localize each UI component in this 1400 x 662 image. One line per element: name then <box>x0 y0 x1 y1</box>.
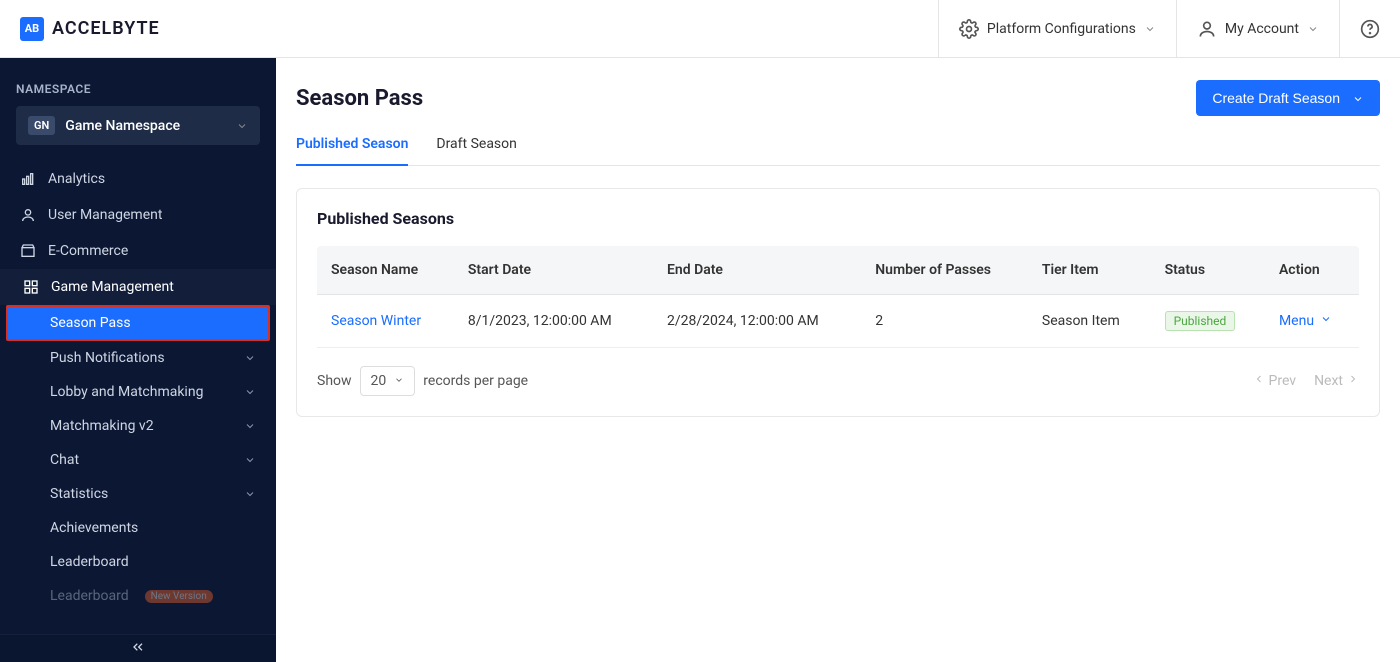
sidebar-collapse-button[interactable] <box>0 634 276 662</box>
chevron-down-icon <box>394 373 404 389</box>
chevron-down-icon <box>1352 92 1364 104</box>
sidebar-item-ecommerce[interactable]: E-Commerce <box>0 233 276 269</box>
sidebar-sub-matchmaking-v2[interactable]: Matchmaking v2 <box>0 409 276 443</box>
help-button[interactable] <box>1339 0 1380 57</box>
sidebar-sub-label: Leaderboard <box>50 588 129 604</box>
tabs: Published Season Draft Season <box>296 130 1380 166</box>
chevron-down-icon <box>236 120 248 132</box>
chevron-down-icon <box>244 420 256 432</box>
namespace-selector[interactable]: GN Game Namespace <box>16 106 260 145</box>
cell-start-date: 8/1/2023, 12:00:00 AM <box>454 295 653 348</box>
sidebar-sub-label: Push Notifications <box>50 350 165 366</box>
user-icon <box>1197 19 1217 39</box>
sidebar-sub-leaderboard-new[interactable]: Leaderboard New Version <box>0 579 276 613</box>
sidebar-sub-leaderboard[interactable]: Leaderboard <box>0 545 276 579</box>
cell-end-date: 2/28/2024, 12:00:00 AM <box>653 295 861 348</box>
sidebar: NAMESPACE GN Game Namespace Analytics Us… <box>0 58 276 662</box>
user-icon <box>20 207 36 223</box>
sidebar-item-label: E-Commerce <box>48 243 256 259</box>
tab-published-season[interactable]: Published Season <box>296 130 408 166</box>
sidebar-sub-achievements[interactable]: Achievements <box>0 511 276 545</box>
sidebar-sub-label: Lobby and Matchmaking <box>50 384 203 400</box>
menu-label: Menu <box>1279 313 1314 329</box>
sidebar-sub-chat[interactable]: Chat <box>0 443 276 477</box>
namespace-name: Game Namespace <box>65 118 226 134</box>
table-row: Season Winter 8/1/2023, 12:00:00 AM 2/28… <box>317 295 1359 348</box>
sidebar-sub-label: Statistics <box>50 486 108 502</box>
brand-badge-icon: AB <box>20 17 44 41</box>
sidebar-sub-label: Leaderboard <box>50 554 129 570</box>
sidebar-sub-label: Matchmaking v2 <box>50 418 154 434</box>
sidebar-sub-push-notifications[interactable]: Push Notifications <box>0 341 276 375</box>
sidebar-item-user-management[interactable]: User Management <box>0 197 276 233</box>
sidebar-sub-statistics[interactable]: Statistics <box>0 477 276 511</box>
cell-passes: 2 <box>861 295 1028 348</box>
col-end-date: End Date <box>653 246 861 295</box>
sidebar-sub-label: Season Pass <box>50 315 131 331</box>
panel-title: Published Seasons <box>317 209 1359 228</box>
chart-icon <box>20 171 36 187</box>
my-account-label: My Account <box>1225 21 1299 37</box>
col-action: Action <box>1265 246 1359 295</box>
page-size-value: 20 <box>371 373 387 389</box>
gear-icon <box>959 19 979 39</box>
chevron-down-icon <box>244 352 256 364</box>
season-link[interactable]: Season Winter <box>331 313 421 329</box>
my-account-menu[interactable]: My Account <box>1176 0 1339 57</box>
sidebar-sub-season-pass[interactable]: Season Pass <box>6 305 270 341</box>
prev-label: Prev <box>1269 373 1297 389</box>
chevron-double-left-icon <box>130 639 146 659</box>
chevron-down-icon <box>244 454 256 466</box>
create-draft-season-button[interactable]: Create Draft Season <box>1196 80 1380 116</box>
sidebar-item-label: User Management <box>48 207 256 223</box>
chevron-down-icon <box>244 488 256 500</box>
namespace-badge: GN <box>28 116 55 135</box>
brand-name: ACCELBYTE <box>52 18 160 39</box>
col-number-passes: Number of Passes <box>861 246 1028 295</box>
sidebar-item-analytics[interactable]: Analytics <box>0 161 276 197</box>
main-content: Season Pass Create Draft Season Publishe… <box>276 58 1400 662</box>
col-season-name: Season Name <box>317 246 454 295</box>
brand-logo[interactable]: AB ACCELBYTE <box>20 17 160 41</box>
page-title: Season Pass <box>296 86 423 111</box>
grid-icon <box>23 279 39 295</box>
pager-records-label: records per page <box>423 373 528 389</box>
help-icon <box>1360 19 1380 39</box>
prev-button[interactable]: Prev <box>1253 373 1297 389</box>
sidebar-item-label: Analytics <box>48 171 256 187</box>
chevron-down-icon <box>1320 313 1332 329</box>
create-draft-season-label: Create Draft Season <box>1212 90 1340 106</box>
page-size-select[interactable]: 20 <box>360 366 416 396</box>
col-tier-item: Tier Item <box>1028 246 1151 295</box>
chevron-down-icon <box>1307 23 1319 35</box>
seasons-table: Season Name Start Date End Date Number o… <box>317 246 1359 348</box>
status-badge: Published <box>1165 311 1236 331</box>
new-version-badge: New Version <box>145 590 213 603</box>
sidebar-sub-label: Achievements <box>50 520 138 536</box>
next-label: Next <box>1314 373 1343 389</box>
chevron-down-icon <box>1144 23 1156 35</box>
chevron-right-icon <box>1347 373 1359 389</box>
sidebar-sub-lobby-matchmaking[interactable]: Lobby and Matchmaking <box>0 375 276 409</box>
tab-draft-season[interactable]: Draft Season <box>436 130 517 165</box>
chevron-down-icon <box>244 386 256 398</box>
sidebar-sub-label: Chat <box>50 452 79 468</box>
chevron-left-icon <box>1253 373 1265 389</box>
row-action-menu[interactable]: Menu <box>1279 313 1345 329</box>
col-start-date: Start Date <box>454 246 653 295</box>
sidebar-item-game-management[interactable]: Game Management <box>0 269 276 305</box>
col-status: Status <box>1151 246 1265 295</box>
sidebar-item-label: Game Management <box>51 279 256 295</box>
store-icon <box>20 243 36 259</box>
platform-configurations-menu[interactable]: Platform Configurations <box>938 0 1176 57</box>
published-seasons-panel: Published Seasons Season Name Start Date… <box>296 188 1380 417</box>
cell-tier: Season Item <box>1028 295 1151 348</box>
platform-configurations-label: Platform Configurations <box>987 21 1136 37</box>
next-button[interactable]: Next <box>1314 373 1359 389</box>
pager-show-label: Show <box>317 373 352 389</box>
namespace-label: NAMESPACE <box>0 58 276 106</box>
